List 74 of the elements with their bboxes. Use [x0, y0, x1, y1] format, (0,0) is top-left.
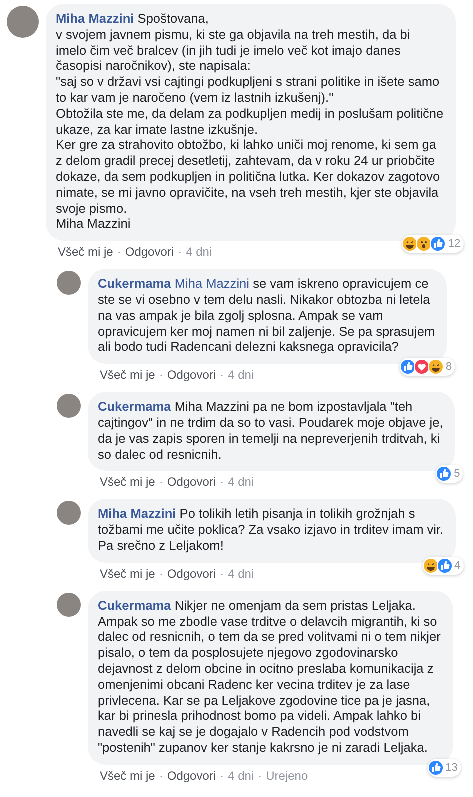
mention-link[interactable]: Miha Mazzini [174, 276, 250, 292]
comment-line: nimate, se mi javno opravičite, na vseh treh mestih, kjer ste objavila [56, 184, 440, 201]
separator-dot: · [220, 368, 224, 382]
reaction-count: 13 [446, 762, 458, 774]
separator-dot: · [159, 566, 164, 581]
avatar[interactable] [57, 271, 81, 296]
comment-line: dejavnost z delom obcine in ocitno preslaba komunikacija z [98, 660, 435, 677]
separator-dot: · [159, 368, 164, 382]
like-link[interactable]: Všeč mi je [58, 245, 114, 260]
like-link[interactable]: Všeč mi je [100, 368, 156, 382]
author-name[interactable]: Miha Mazzini [98, 506, 176, 522]
avatar[interactable] [57, 501, 81, 526]
comment-line: kar bi prinesla prihodnost bomo pa videli. Ampak lahko bi [98, 708, 422, 724]
separator-dot: · [178, 245, 182, 260]
like-link[interactable]: Všeč mi je [100, 475, 156, 490]
comment-line: Pa srečno z Leljakom! [98, 538, 225, 554]
reaction-count: 4 [454, 560, 461, 572]
separator-dot: · [258, 768, 262, 783]
separator-dot: · [220, 768, 224, 783]
comment-line: Ampak so me zbodle vase trditve o delavcih migrantih, ki so [98, 614, 438, 630]
comment-line: da je vas zapis sporen in temelji na nepreverjenih trditvah, ki [98, 430, 442, 447]
like-link[interactable]: Všeč mi je [100, 566, 156, 581]
comment-line: se vam iskreno opravicujem ce [253, 276, 429, 292]
comment-line: "postenih" zupanov ker stanje kakrsno je ni zaradi Leljaka. [98, 740, 429, 756]
comment-line: Nikjer ne omenjam da sem pristas Leljaka. [174, 598, 416, 613]
comment-line: "saj so v državi vsi cajtingi podkupljeni s strani politike in išete samo [56, 74, 441, 90]
comment-line: na vas ampak je bila zgolj splosna. Ampak se vam [98, 308, 384, 324]
comment-line: ali bodo tudi Radencani delezni kaksnega opravicila? [98, 339, 400, 356]
author-name[interactable]: Cukermama [98, 598, 172, 613]
like-link[interactable]: Všeč mi je [100, 768, 156, 783]
separator-dot: · [117, 245, 122, 260]
comment-line: svoje pismo. [56, 200, 128, 216]
comment-line: omenjenimi obcani Radenc ker vecina trditev je za lase [98, 676, 412, 692]
comment-line: z delom gradil precej desetletij, zahtevam, da v roku 24 ur priobčite [56, 153, 436, 169]
comment-line: Ker gre za strahovito obtožbo, ki lahko uniči moj renome, ki sem ga [56, 137, 438, 154]
comment-line: navedli se kaj se je dogajalo v Radencih pod vodstvom [98, 724, 410, 740]
reply-link[interactable]: Odgovori [167, 475, 216, 490]
edited-label: Urejeno [266, 768, 308, 783]
comment-line: ste se vi osebno v tem delu nasli. Nikakor obtozba ni letela [98, 292, 432, 308]
separator-dot: · [220, 475, 224, 490]
avatar[interactable] [57, 394, 81, 418]
reply-link[interactable]: Odgovori [167, 368, 216, 382]
separator-dot: · [220, 566, 224, 581]
comment-line: v svojem javnem pismu, ki ste ga objavila na treh mestih, da bi [56, 26, 412, 43]
comment-line: pisalo, o tem da posplosujete njegovo zgodovinarsko [98, 645, 400, 661]
comment-line: imelo čim več bralcev (in jih tudi je imelo več kot imajo danes [56, 42, 402, 58]
comment-line: Obtožila ste me, da delam za podkupljen medij in poslušam politične [56, 106, 444, 122]
author-name[interactable]: Cukermama [98, 276, 172, 292]
comment-line: to kar vam je naročeno (vem iz lastnih izkušenj)." [56, 90, 335, 106]
author-name[interactable]: Miha Mazzini [56, 11, 134, 26]
separator-dot: · [159, 475, 164, 490]
avatar[interactable] [7, 6, 39, 38]
comment-line: dokaze, da sem podkupljen in politična lutka. Ker dokazov zagotovo [56, 168, 442, 185]
comment-line: Spoštovana, [138, 11, 209, 26]
comment-line: Miha Mazzini [56, 216, 132, 232]
avatar[interactable] [57, 592, 81, 617]
reaction-count: 8 [446, 361, 452, 374]
comment-line: ukaze, za kar imate lastne izkušnje. [56, 122, 260, 138]
comment-line: privlecena. Kar se pa Leljakove zgodovine tice pa je jasna, [98, 692, 432, 708]
reply-link[interactable]: Odgovori [167, 768, 216, 783]
comment-line: Po tolikih letih pisanja in tolikih grožnjah s [180, 506, 416, 522]
comment-line: opravicujem ker moj namen ni bil zaljenje. Se pa sprasujem [98, 324, 436, 340]
comment-line: Miha Mazzini pa ne bom izpostavljala "teh [174, 399, 413, 414]
author-name[interactable]: Cukermama [98, 399, 172, 414]
reaction-count: 5 [454, 468, 460, 480]
comment-line: dalec od resnicnih, o tem da se pred volitvami ni o tem nikjer [98, 629, 441, 646]
reaction-count: 12 [448, 238, 461, 250]
comment-line: tožbami me učite poklica? Za vsako izjavo in trditev imam vir. [98, 522, 444, 538]
reply-link[interactable]: Odgovori [167, 566, 216, 581]
separator-dot: · [159, 768, 164, 783]
comment-line: časopisi naročnikov), ste napisala: [56, 58, 252, 74]
comment-line: so dalec od resnicnih. [98, 446, 223, 462]
comment-line: cajtingov" in ne trdim da so to vasi. Poudarek moje objave je, [98, 414, 444, 431]
reply-link[interactable]: Odgovori [125, 245, 174, 260]
